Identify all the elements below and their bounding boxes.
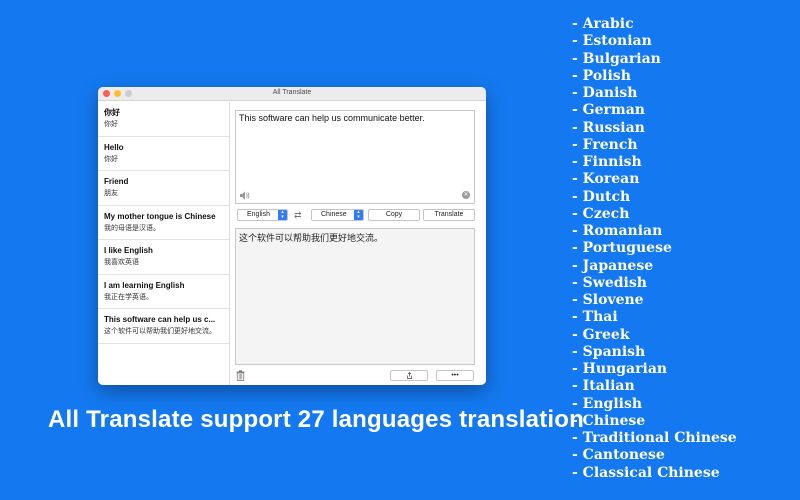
language-item: - Japanese bbox=[572, 257, 654, 274]
history-item-title: Hello bbox=[104, 142, 124, 152]
history-item[interactable]: My mother tongue is Chinese 我的母语是汉语。 bbox=[98, 206, 229, 240]
language-item: - Arabic bbox=[572, 16, 634, 32]
target-language-select[interactable]: Chinese ▴ ▾ bbox=[311, 209, 364, 221]
language-item: - English bbox=[572, 395, 643, 412]
history-item-title: I am learning English bbox=[104, 280, 185, 290]
history-item-translation: 我的母语是汉语。 bbox=[104, 224, 160, 232]
language-item: - Dutch bbox=[572, 188, 631, 205]
chevron-updown-icon: ▴ ▾ bbox=[354, 210, 363, 220]
history-sidebar: 你好 你好 Hello 你好 Friend 朋友 My mother tongu… bbox=[98, 102, 230, 385]
history-item[interactable]: This software can help us c... 这个软件可以帮助我… bbox=[98, 309, 229, 344]
copy-button[interactable]: Copy bbox=[368, 209, 420, 221]
history-item-translation: 这个软件可以帮助我们更好地交流。 bbox=[104, 328, 216, 335]
language-list: - Arabic - Estonian - Bulgarian - Polish… bbox=[572, 16, 737, 482]
history-item[interactable]: 你好 你好 bbox=[98, 102, 229, 137]
history-item[interactable]: I am learning English 我正在学英语。 bbox=[98, 275, 229, 309]
clear-icon[interactable]: ✕ bbox=[462, 191, 470, 199]
trash-icon[interactable] bbox=[236, 370, 245, 381]
swap-languages-icon[interactable]: ⇄ bbox=[294, 209, 302, 221]
language-item: - Thai bbox=[572, 309, 618, 326]
language-item: - Polish bbox=[572, 67, 631, 84]
language-item: - Cantonese bbox=[572, 447, 665, 464]
language-item: - Swedish bbox=[572, 274, 647, 291]
more-button[interactable]: ••• bbox=[436, 370, 474, 381]
language-item: - Bulgarian bbox=[572, 50, 661, 67]
language-item: - Italian bbox=[572, 378, 635, 395]
source-text-input[interactable]: This software can help us communicate be… bbox=[235, 110, 475, 204]
source-language-value: English bbox=[247, 211, 270, 218]
language-item: - Russian bbox=[572, 119, 645, 136]
language-item: - Finnish bbox=[572, 154, 642, 170]
source-language-select[interactable]: English ▴ ▾ bbox=[237, 209, 288, 221]
target-language-value: Chinese bbox=[321, 211, 347, 218]
history-item-translation: 你好 bbox=[104, 155, 118, 163]
language-item: - Traditional Chinese bbox=[572, 430, 737, 446]
language-item: - Portuguese bbox=[572, 240, 672, 257]
language-item: - Romanian bbox=[572, 223, 663, 239]
language-item: - Czech bbox=[572, 205, 630, 222]
language-item: - Classical Chinese bbox=[572, 464, 720, 481]
language-item: - German bbox=[572, 102, 645, 119]
language-item: - Korean bbox=[572, 171, 640, 188]
language-item: - Estonian bbox=[572, 33, 652, 50]
translation-output[interactable]: 这个软件可以帮助我们更好地交流。 bbox=[235, 228, 475, 365]
language-item: - Danish bbox=[572, 85, 638, 101]
history-item-translation: 你好 bbox=[104, 121, 118, 128]
translate-button[interactable]: Translate bbox=[423, 209, 475, 221]
language-item: - Greek bbox=[572, 326, 630, 343]
promo-tagline: All Translate support 27 languages trans… bbox=[48, 406, 584, 433]
history-item[interactable]: Hello 你好 bbox=[98, 137, 229, 171]
source-text: This software can help us communicate be… bbox=[239, 113, 425, 123]
speaker-icon[interactable] bbox=[240, 191, 250, 200]
history-item[interactable]: Friend 朋友 bbox=[98, 171, 229, 206]
history-item-title: My mother tongue is Chinese bbox=[104, 211, 216, 221]
app-window: All Translate 你好 你好 Hello 你好 Friend 朋友 M… bbox=[98, 87, 486, 385]
title-bar: All Translate bbox=[98, 87, 486, 101]
share-icon bbox=[406, 372, 412, 379]
language-item: - Slovene bbox=[572, 292, 644, 308]
language-item: - Chinese bbox=[572, 412, 646, 429]
window-title: All Translate bbox=[272, 89, 312, 96]
share-button[interactable] bbox=[390, 370, 428, 381]
history-item-translation: 我喜欢英语 bbox=[104, 259, 139, 266]
translation-text: 这个软件可以帮助我们更好地交流。 bbox=[239, 233, 384, 243]
history-item-title: This software can help us c... bbox=[104, 315, 216, 324]
history-item-title: 你好 bbox=[104, 108, 120, 117]
history-item-translation: 朋友 bbox=[104, 190, 118, 197]
history-item-translation: 我正在学英语。 bbox=[104, 293, 153, 301]
language-item: - Spanish bbox=[572, 343, 646, 360]
language-item: - French bbox=[572, 136, 638, 153]
language-item: - Hungarian bbox=[572, 361, 668, 377]
history-item-title: Friend bbox=[104, 177, 129, 186]
chevron-updown-icon: ▴ ▾ bbox=[278, 210, 287, 220]
history-item[interactable]: I like English 我喜欢英语 bbox=[98, 240, 229, 275]
history-item-title: I like English bbox=[104, 246, 153, 255]
